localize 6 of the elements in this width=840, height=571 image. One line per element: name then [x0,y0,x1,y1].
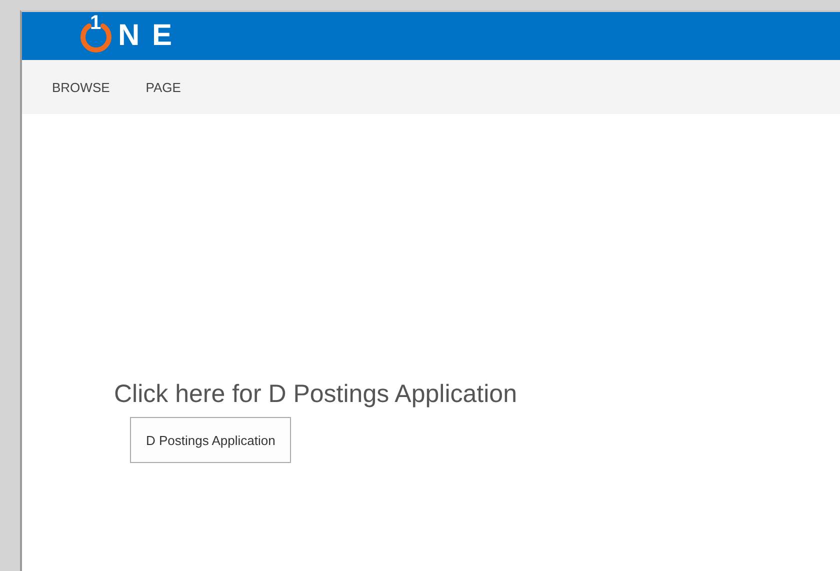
logo-text: N E [118,19,174,53]
ribbon-tab[interactable]: BROWSE [52,80,110,94]
logo-digit: 1 [90,12,102,35]
ribbon-tab[interactable]: PAGE [146,80,181,94]
heading: Click here for D Postings Application [114,380,518,409]
application-button[interactable]: D Postings Application [130,417,292,463]
